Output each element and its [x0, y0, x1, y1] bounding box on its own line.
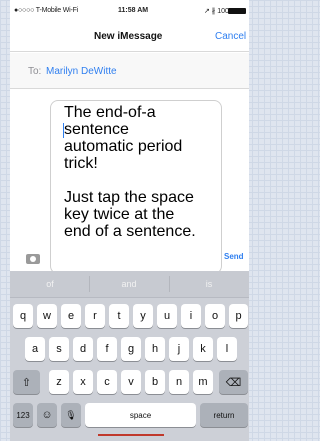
- key-d[interactable]: d: [73, 337, 93, 361]
- key-y[interactable]: y: [133, 304, 153, 328]
- suggestion-1[interactable]: of: [20, 279, 80, 289]
- key-row-1: q w e r t y u i o p: [10, 304, 249, 330]
- to-label: To:: [28, 66, 42, 77]
- battery-icon: [228, 8, 246, 14]
- space-key[interactable]: space: [85, 403, 196, 427]
- phone-screen: ●○○○○ T-Mobile Wi-Fi 11:58 AM ↗ ∦ 100% N…: [10, 0, 249, 441]
- suggestion-3[interactable]: is: [179, 279, 239, 289]
- camera-icon[interactable]: [26, 254, 40, 264]
- key-x[interactable]: x: [73, 370, 93, 394]
- status-bar: ●○○○○ T-Mobile Wi-Fi 11:58 AM ↗ ∦ 100%: [10, 0, 249, 20]
- suggestion-2[interactable]: and: [99, 279, 159, 289]
- space-highlight-underline: [98, 434, 164, 436]
- send-button[interactable]: Send: [224, 252, 244, 261]
- key-h[interactable]: h: [145, 337, 165, 361]
- recipient-name[interactable]: Marilyn DeWitte: [46, 66, 117, 77]
- message-input[interactable]: The end-of-a sentence automatic period t…: [50, 100, 222, 274]
- key-p[interactable]: p: [229, 304, 248, 328]
- keyboard: of and is q w e r t y u i o p a s d f g …: [10, 271, 249, 441]
- emoji-icon[interactable]: ☺: [37, 403, 57, 427]
- key-w[interactable]: w: [37, 304, 57, 328]
- suggestion-divider: [169, 276, 170, 292]
- key-j[interactable]: j: [169, 337, 189, 361]
- suggestion-divider: [89, 276, 90, 292]
- key-m[interactable]: m: [193, 370, 213, 394]
- key-l[interactable]: l: [217, 337, 237, 361]
- key-i[interactable]: i: [181, 304, 201, 328]
- key-o[interactable]: o: [205, 304, 225, 328]
- cancel-button[interactable]: Cancel: [215, 31, 246, 42]
- key-e[interactable]: e: [61, 304, 81, 328]
- return-key[interactable]: return: [200, 403, 248, 427]
- key-v[interactable]: v: [121, 370, 141, 394]
- delete-key[interactable]: ⌫: [219, 370, 248, 394]
- key-r[interactable]: r: [85, 304, 105, 328]
- key-s[interactable]: s: [49, 337, 69, 361]
- key-q[interactable]: q: [13, 304, 33, 328]
- key-g[interactable]: g: [121, 337, 141, 361]
- key-n[interactable]: n: [169, 370, 189, 394]
- navigation-bar: New iMessage Cancel: [10, 22, 249, 52]
- key-b[interactable]: b: [145, 370, 165, 394]
- key-row-3: ⇧ z x c v b n m ⌫: [10, 370, 249, 396]
- status-time: 11:58 AM: [118, 7, 149, 14]
- message-text: The end-of-a sentence automatic period t…: [64, 104, 196, 240]
- key-k[interactable]: k: [193, 337, 213, 361]
- predictive-bar: of and is: [10, 271, 249, 298]
- key-t[interactable]: t: [109, 304, 129, 328]
- numbers-key[interactable]: 123: [13, 403, 33, 427]
- key-row-4: 123 ☺ 🎙 space return: [10, 403, 249, 429]
- page-title: New iMessage: [94, 31, 163, 42]
- key-c[interactable]: c: [97, 370, 117, 394]
- microphone-icon[interactable]: 🎙: [61, 403, 81, 427]
- key-u[interactable]: u: [157, 304, 177, 328]
- carrier-label: ●○○○○ T-Mobile Wi-Fi: [14, 7, 79, 14]
- message-area: The end-of-a sentence automatic period t…: [10, 90, 249, 274]
- shift-key[interactable]: ⇧: [13, 370, 40, 394]
- key-f[interactable]: f: [97, 337, 117, 361]
- key-z[interactable]: z: [49, 370, 69, 394]
- key-a[interactable]: a: [25, 337, 45, 361]
- recipient-row[interactable]: To: Marilyn DeWitte: [10, 53, 249, 89]
- key-row-2: a s d f g h j k l: [10, 337, 249, 363]
